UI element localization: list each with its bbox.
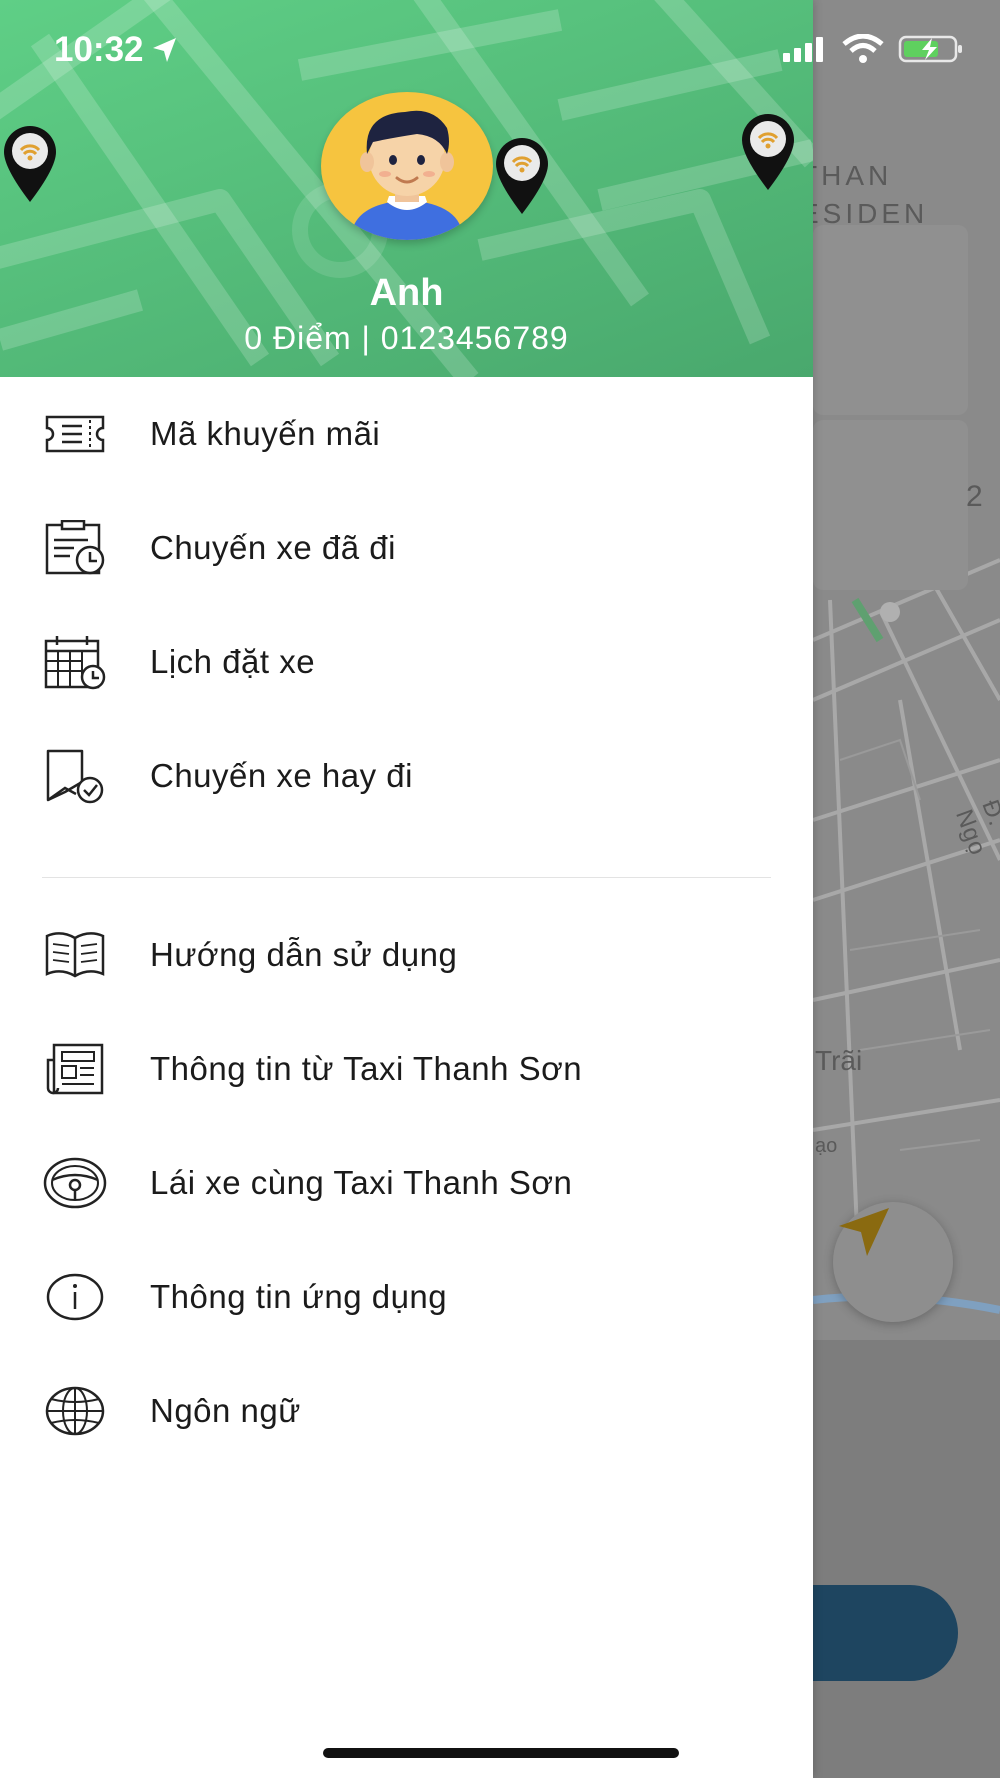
map-pin-icon [742,114,794,190]
newspaper-icon [42,1036,108,1102]
location-arrow-icon [152,38,176,62]
wifi-icon [842,34,884,63]
menu-item-label: Chuyến xe hay đi [150,757,413,794]
map-card [813,420,968,590]
user-name: Anh [369,272,444,314]
menu-item-favorite-trips[interactable]: Chuyến xe hay đi [0,719,813,833]
user-avatar-icon [351,110,463,240]
status-icons [782,34,964,64]
user-points-phone: 0 Điểm | 0123456789 [244,320,569,356]
my-location-button[interactable] [833,1202,953,1322]
open-book-icon [42,922,108,988]
status-bar: 10:32 [0,0,1000,100]
map-label: ESIDEN [800,198,929,229]
cellular-signal-icon [783,37,823,62]
ticket-icon [42,401,108,467]
drawer-menu: Mã khuyến mãi Chuyến xe đã đi Lịch đặt x… [0,377,813,1468]
clock-text: 10:32 [54,30,144,69]
menu-item-news[interactable]: Thông tin từ Taxi Thanh Sơn [0,1012,813,1126]
home-indicator[interactable] [323,1748,679,1758]
map-pin-icon [496,138,548,214]
menu-item-label: Lái xe cùng Taxi Thanh Sơn [150,1164,573,1201]
calendar-clock-icon [42,629,108,695]
menu-item-label: Hướng dẫn sử dụng [150,936,458,973]
menu-item-drive-with-us[interactable]: Lái xe cùng Taxi Thanh Sơn [0,1126,813,1240]
menu-item-booking-schedule[interactable]: Lịch đặt xe [0,605,813,719]
menu-item-label: Thông tin ứng dụng [150,1278,448,1315]
menu-item-label: Ngôn ngữ [150,1392,301,1429]
menu-item-language[interactable]: Ngôn ngữ [0,1354,813,1468]
menu-item-app-info[interactable]: Thông tin ứng dụng [0,1240,813,1354]
menu-item-trip-history[interactable]: Chuyến xe đã đi [0,491,813,605]
map-label: Trãi [815,1045,863,1076]
menu-item-label: Lịch đặt xe [150,643,316,680]
map-label: THAN [800,160,893,191]
map-card [813,225,968,415]
trip-history-icon [42,515,108,581]
steering-wheel-icon [42,1150,108,1216]
menu-item-promo-code[interactable]: Mã khuyến mãi [0,377,813,491]
status-time: 10:32 [54,30,180,70]
globe-icon [42,1378,108,1444]
battery-charging-icon [898,35,962,63]
map-label: ạo [815,1135,838,1157]
bookmark-check-icon [42,743,108,809]
avatar[interactable] [321,92,493,240]
menu-item-label: Thông tin từ Taxi Thanh Sơn [150,1050,583,1087]
map-label: 2 [966,480,987,513]
menu-item-label: Mã khuyến mãi [150,415,381,452]
menu-item-label: Chuyến xe đã đi [150,529,396,566]
side-drawer: Anh 0 Điểm | 0123456789 Mã khuyến mãi Ch… [0,0,813,1778]
info-icon [42,1264,108,1330]
navigation-arrow-icon [839,1208,889,1256]
map-pin-icon [4,126,56,202]
menu-item-user-guide[interactable]: Hướng dẫn sử dụng [0,898,813,1012]
